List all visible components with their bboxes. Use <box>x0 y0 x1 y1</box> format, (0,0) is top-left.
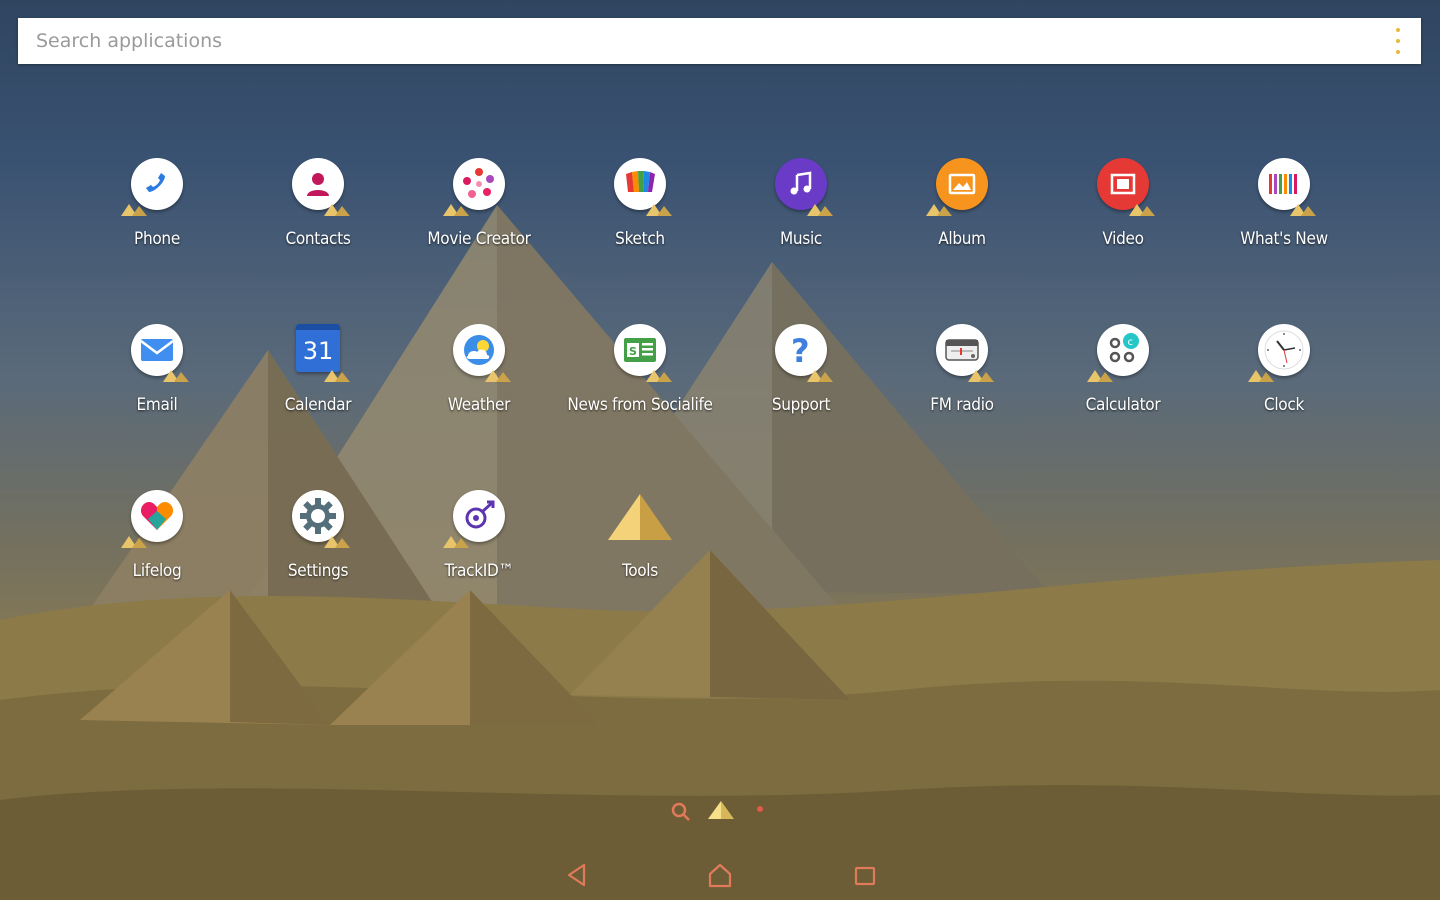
app-label: Calendar <box>284 395 352 415</box>
recent-apps-icon[interactable] <box>852 863 878 889</box>
svg-text:c: c <box>1128 337 1134 348</box>
app-label: Clock <box>1263 395 1305 415</box>
app-settings[interactable]: Settings <box>243 490 393 581</box>
app-album[interactable]: Album <box>887 158 1037 249</box>
app-label: Settings <box>287 561 349 581</box>
app-email[interactable]: Email <box>82 324 232 415</box>
calendar-date: 31 <box>302 337 334 365</box>
app-calendar[interactable]: 31 Calendar <box>243 324 393 415</box>
app-phone[interactable]: Phone <box>82 158 232 249</box>
app-calculator[interactable]: c Calculator <box>1048 324 1198 415</box>
app-label: What's New <box>1240 229 1328 249</box>
app-label: TrackID™ <box>444 561 514 581</box>
app-socialife[interactable]: S News from Socialife <box>565 324 715 415</box>
app-fm-radio[interactable]: FM radio <box>887 324 1037 415</box>
home-page-indicator-icon[interactable] <box>707 800 735 820</box>
pyramid-wallpaper <box>0 205 1440 900</box>
back-icon[interactable] <box>564 862 590 888</box>
app-video[interactable]: Video <box>1048 158 1198 249</box>
app-label: Sketch <box>615 229 665 249</box>
tools-folder-icon <box>608 494 672 540</box>
app-lifelog[interactable]: Lifelog <box>82 490 232 581</box>
app-whats-new[interactable]: What's New <box>1209 158 1359 249</box>
search-input[interactable] <box>36 30 1393 52</box>
app-support[interactable]: ? Support <box>726 324 876 415</box>
navigation-bar <box>0 860 1440 892</box>
app-label: Email <box>136 395 178 415</box>
app-label: News from Socialife <box>567 395 713 415</box>
app-label: FM radio <box>930 395 994 415</box>
app-movie-creator[interactable]: Movie Creator <box>404 158 554 249</box>
app-trackid[interactable]: TrackID™ <box>404 490 554 581</box>
app-label: Video <box>1102 229 1144 249</box>
home-icon[interactable] <box>706 861 734 889</box>
page-dot[interactable] <box>757 806 763 812</box>
app-label: Music <box>779 229 823 249</box>
calendar-icon: 31 <box>296 324 340 372</box>
app-label: Weather <box>447 395 511 415</box>
app-label: Calculator <box>1085 395 1161 415</box>
app-label: Phone <box>134 229 180 249</box>
app-label: Movie Creator <box>427 229 531 249</box>
app-label: Lifelog <box>132 561 182 581</box>
app-clock[interactable]: Clock <box>1209 324 1359 415</box>
app-label: Tools <box>622 561 658 581</box>
search-bar[interactable] <box>18 18 1421 64</box>
search-page-icon[interactable] <box>669 800 693 824</box>
app-contacts[interactable]: Contacts <box>243 158 393 249</box>
app-sketch[interactable]: Sketch <box>565 158 715 249</box>
app-label: Contacts <box>285 229 351 249</box>
overflow-menu-icon[interactable] <box>1393 28 1403 54</box>
page-indicator <box>0 798 1440 824</box>
app-tools-folder[interactable]: Tools <box>565 490 715 581</box>
app-label: Album <box>938 229 986 249</box>
svg-text:?: ? <box>791 333 810 367</box>
app-weather[interactable]: Weather <box>404 324 554 415</box>
svg-text:S: S <box>629 345 637 358</box>
app-label: Support <box>771 395 831 415</box>
app-music[interactable]: Music <box>726 158 876 249</box>
